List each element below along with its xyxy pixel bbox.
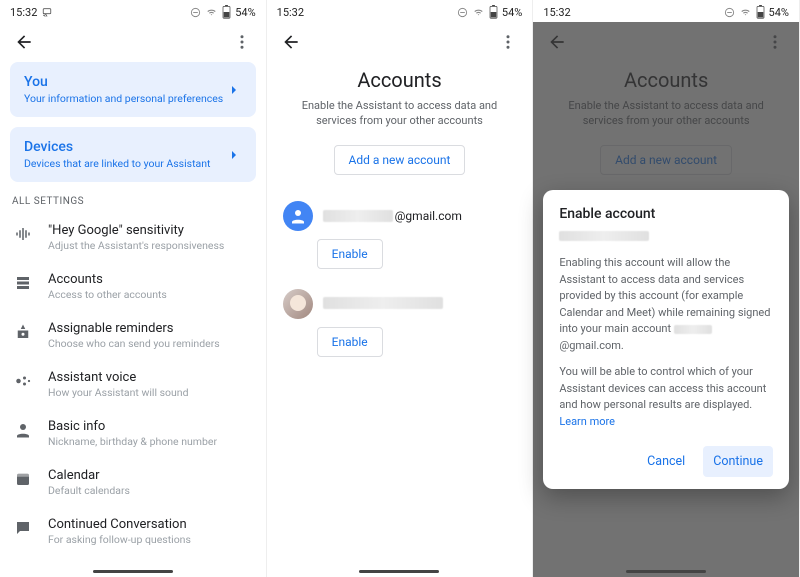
status-time: 15:32: [10, 6, 37, 19]
battery-percent: 54%: [769, 6, 789, 19]
card-devices[interactable]: Devices Devices that are linked to your …: [10, 127, 256, 182]
voice-icon: [14, 372, 32, 390]
person-icon: [14, 421, 32, 439]
account-row-1[interactable]: @gmail.com: [277, 195, 523, 237]
battery-icon: [756, 5, 765, 19]
chevron-right-icon: [226, 147, 242, 163]
status-bar: 15:32 54%: [533, 0, 799, 22]
card-you-sub: Your information and personal preference…: [24, 92, 223, 105]
item-continued-conversation[interactable]: Continued ConversationFor asking follow-…: [10, 507, 256, 556]
redacted-account-name: [559, 231, 649, 241]
enable-button-1[interactable]: Enable: [317, 239, 383, 269]
redacted-email-local: [674, 325, 712, 334]
item-sub: Default calendars: [48, 484, 130, 497]
battery-percent: 54%: [502, 6, 522, 19]
section-header-all-settings: ALL SETTINGS: [12, 196, 254, 207]
account-row-2[interactable]: [277, 283, 523, 325]
back-button[interactable]: [10, 28, 38, 56]
item-sub: Nickname, birthday & phone number: [48, 435, 217, 448]
nav-handle[interactable]: [359, 570, 439, 573]
dnd-icon: [724, 7, 735, 18]
avatar: [283, 289, 313, 319]
status-time: 15:32: [543, 6, 570, 19]
card-you[interactable]: You Your information and personal prefer…: [10, 62, 256, 117]
status-bar: 15:32 54%: [267, 0, 533, 22]
dnd-icon: [457, 7, 468, 18]
more-vert-icon: [499, 33, 517, 51]
topbar: [267, 22, 533, 62]
battery-icon: [489, 5, 498, 19]
item-calendar[interactable]: CalendarDefault calendars: [10, 458, 256, 507]
nav-handle[interactable]: [93, 570, 173, 573]
back-button[interactable]: [277, 28, 305, 56]
account-email: [323, 294, 443, 313]
wifi-icon: [739, 7, 752, 17]
item-sub: For asking follow-up questions: [48, 533, 191, 546]
battery-icon: [222, 5, 231, 19]
card-devices-title: Devices: [24, 139, 210, 155]
settings-content: You Your information and personal prefer…: [0, 62, 266, 577]
page-title: Accounts: [277, 68, 523, 92]
cancel-button[interactable]: Cancel: [637, 446, 695, 477]
page-subtitle: Enable the Assistant to access data and …: [277, 98, 523, 129]
arrow-back-icon: [14, 32, 34, 52]
dialog-actions: Cancel Continue: [559, 446, 773, 477]
accounts-icon: [14, 274, 32, 292]
item-title: Continued Conversation: [48, 517, 191, 532]
item-title: Basic info: [48, 419, 217, 434]
continue-button[interactable]: Continue: [703, 446, 773, 477]
item-title: Calendar: [48, 468, 130, 483]
item-assignable-reminders[interactable]: Assignable remindersChoose who can send …: [10, 311, 256, 360]
item-sub: Choose who can send you reminders: [48, 337, 220, 350]
dialog-title: Enable account: [559, 206, 773, 222]
nav-handle[interactable]: [626, 570, 706, 573]
screen-accounts-dialog: 15:32 54% Accounts Enable the Assistant …: [533, 0, 800, 577]
status-bar: 15:32 54%: [0, 0, 266, 22]
sound-wave-icon: [14, 225, 32, 243]
email-domain: @gmail.com: [395, 209, 462, 223]
overflow-button[interactable]: [228, 28, 256, 56]
accounts-content: Accounts Enable the Assistant to access …: [267, 62, 533, 577]
item-hey-google-sensitivity[interactable]: "Hey Google" sensitivityAdjust the Assis…: [10, 213, 256, 262]
wifi-icon: [472, 7, 485, 17]
item-sub: How your Assistant will sound: [48, 386, 189, 399]
item-title: Accounts: [48, 272, 167, 287]
item-title: Assistant voice: [48, 370, 189, 385]
item-title: Assignable reminders: [48, 321, 220, 336]
item-sub: Adjust the Assistant's responsiveness: [48, 239, 224, 252]
topbar: [0, 22, 266, 62]
item-accounts[interactable]: AccountsAccess to other accounts: [10, 262, 256, 311]
dnd-icon: [190, 7, 201, 18]
card-you-title: You: [24, 74, 223, 90]
add-account-button[interactable]: Add a new account: [334, 145, 466, 175]
arrow-back-icon: [281, 32, 301, 52]
card-devices-sub: Devices that are linked to your Assistan…: [24, 157, 210, 170]
overflow-button[interactable]: [494, 28, 522, 56]
item-title: "Hey Google" sensitivity: [48, 223, 224, 238]
redacted-email-local: [323, 210, 393, 222]
more-vert-icon: [233, 33, 251, 51]
learn-more-link[interactable]: Learn more: [559, 415, 615, 428]
chat-icon: [14, 519, 32, 537]
screen-settings: 15:32 54% You Your information and perso…: [0, 0, 267, 577]
cast-icon: [41, 7, 53, 17]
account-email: @gmail.com: [323, 209, 462, 223]
status-time: 15:32: [277, 6, 304, 19]
wifi-icon: [205, 7, 218, 17]
battery-percent: 54%: [235, 6, 255, 19]
dialog-body-2: You will be able to control which of you…: [559, 364, 773, 430]
item-basic-info[interactable]: Basic infoNickname, birthday & phone num…: [10, 409, 256, 458]
item-assistant-voice[interactable]: Assistant voiceHow your Assistant will s…: [10, 360, 256, 409]
chevron-right-icon: [226, 82, 242, 98]
reminder-icon: [14, 323, 32, 341]
item-sub: Access to other accounts: [48, 288, 167, 301]
person-icon: [289, 207, 307, 225]
screen-accounts: 15:32 54% Accounts Enable the Assistant …: [267, 0, 534, 577]
avatar: [283, 201, 313, 231]
calendar-icon: [14, 470, 32, 488]
enable-account-dialog: Enable account Enabling this account wil…: [543, 190, 789, 489]
dialog-body-1: Enabling this account will allow the Ass…: [559, 255, 773, 354]
enable-button-2[interactable]: Enable: [317, 327, 383, 357]
redacted-email: [323, 297, 443, 309]
